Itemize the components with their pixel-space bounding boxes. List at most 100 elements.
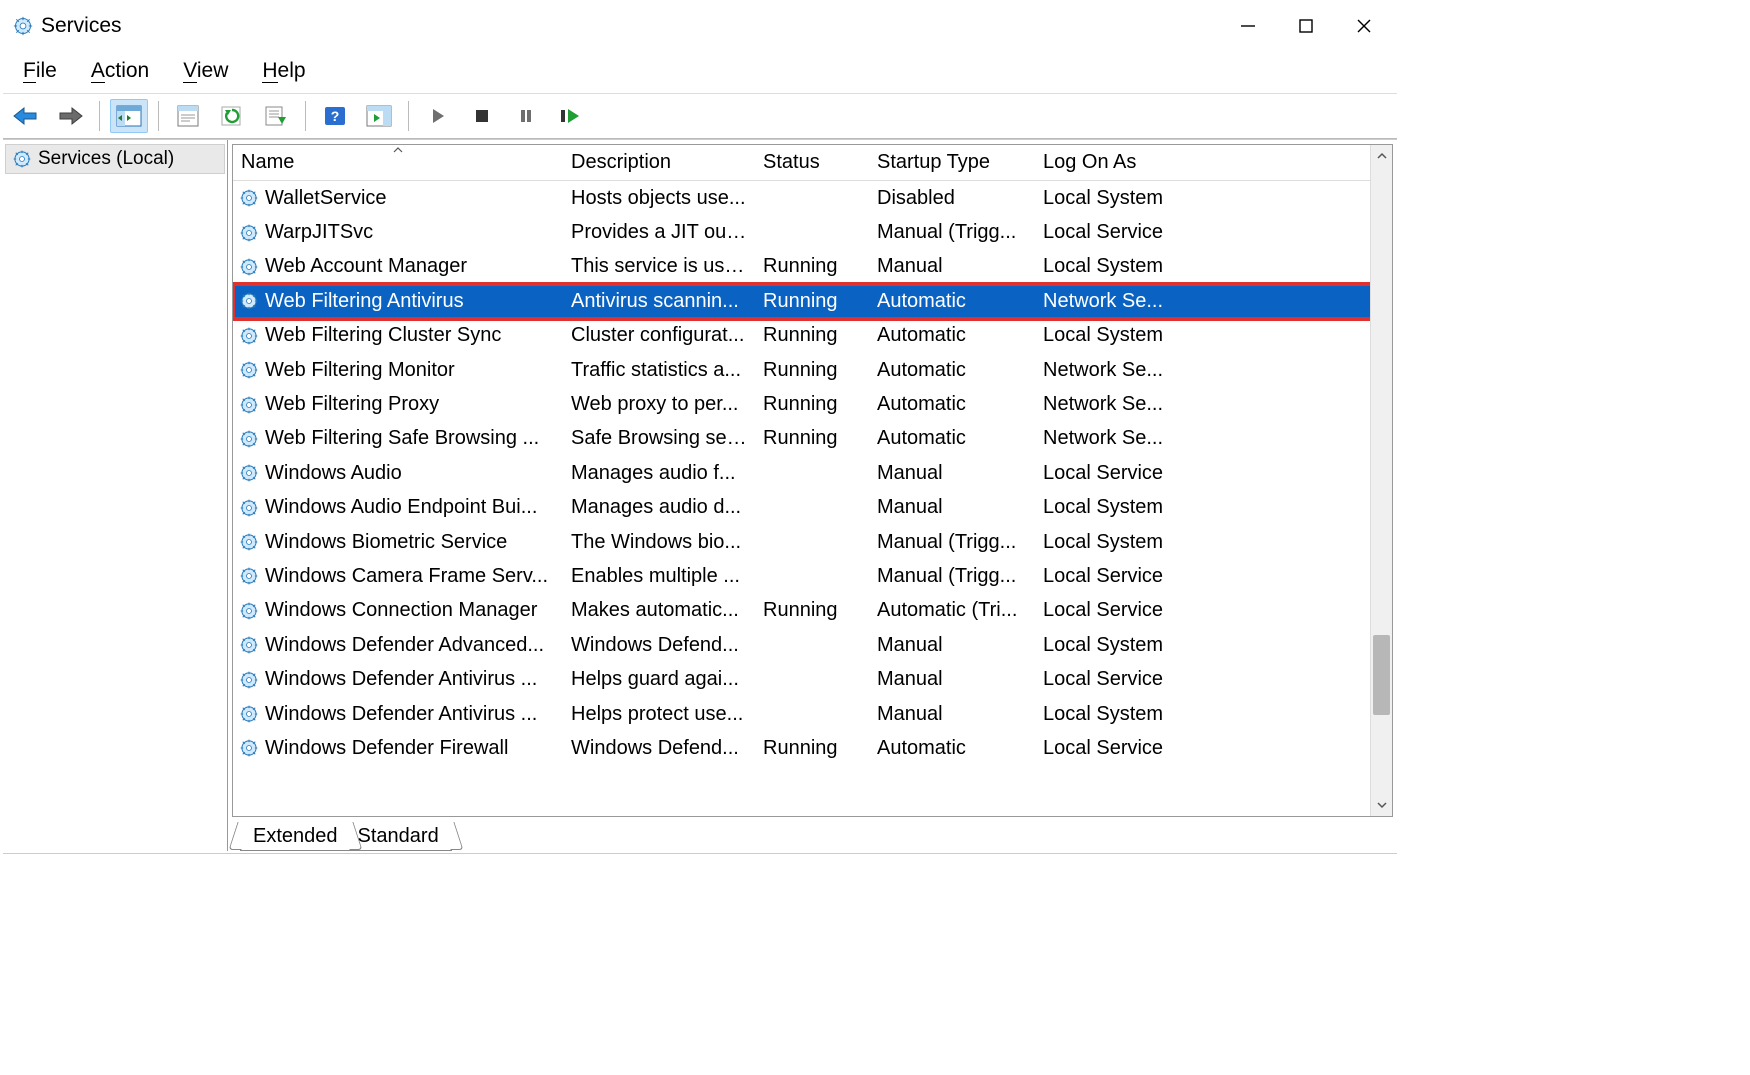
gear-icon	[239, 670, 259, 690]
help-button[interactable]: ?	[316, 99, 354, 133]
tree-root-label: Services (Local)	[38, 148, 174, 170]
service-row[interactable]: WalletServiceHosts objects use...Disable…	[233, 181, 1392, 215]
sort-ascending-icon	[392, 147, 404, 154]
content-area: Services (Local) Name Description Status…	[3, 139, 1397, 851]
service-rows: WalletServiceHosts objects use...Disable…	[233, 181, 1392, 766]
minimize-button[interactable]	[1219, 7, 1277, 45]
show-hide-tree-button[interactable]	[110, 99, 148, 133]
restart-service-button[interactable]	[551, 99, 589, 133]
service-name: Windows Biometric Service	[265, 531, 507, 554]
forward-button[interactable]	[51, 99, 89, 133]
svg-text:?: ?	[331, 108, 340, 124]
show-hide-action-pane-button[interactable]	[360, 99, 398, 133]
stop-service-button[interactable]	[463, 99, 501, 133]
menu-view[interactable]: View	[177, 57, 234, 85]
statusbar	[3, 853, 1397, 879]
service-row[interactable]: Web Filtering Safe Browsing ...Safe Brow…	[233, 422, 1392, 456]
service-logon-cell: Local System	[1035, 255, 1235, 278]
service-name-cell: Windows Defender Firewall	[233, 737, 563, 760]
service-name-cell: Web Filtering Antivirus	[233, 290, 563, 313]
service-row[interactable]: Windows Defender Firewall Windows Defend.…	[233, 731, 1392, 765]
tab-extended[interactable]: Extended	[240, 823, 351, 851]
service-row[interactable]: Windows Audio Endpoint Bui...Manages aud…	[233, 491, 1392, 525]
gear-icon	[239, 291, 259, 311]
menu-file[interactable]: File	[17, 57, 63, 85]
column-description[interactable]: Description	[563, 147, 755, 178]
pause-service-button[interactable]	[507, 99, 545, 133]
service-row[interactable]: Windows Defender Antivirus ...Helps prot…	[233, 697, 1392, 731]
service-description-cell: Safe Browsing ser...	[563, 427, 755, 450]
gear-icon	[239, 463, 259, 483]
service-row[interactable]: Web Filtering ProxyWeb proxy to per...Ru…	[233, 387, 1392, 421]
column-startup-type[interactable]: Startup Type	[869, 147, 1035, 178]
service-name: Windows Defender Advanced...	[265, 634, 544, 657]
menu-action[interactable]: Action	[85, 57, 155, 85]
service-name-cell: Web Filtering Monitor	[233, 359, 563, 382]
service-row[interactable]: Windows AudioManages audio f... ManualLoc…	[233, 456, 1392, 490]
service-row[interactable]: Windows Defender Antivirus ...Helps guar…	[233, 662, 1392, 696]
refresh-button[interactable]	[213, 99, 251, 133]
service-logon-cell: Local System	[1035, 324, 1235, 347]
service-logon-cell: Network Se...	[1035, 427, 1235, 450]
properties-button[interactable]	[169, 99, 207, 133]
service-name: Windows Defender Antivirus ...	[265, 703, 537, 726]
service-startup-cell: Manual (Trigg...	[869, 565, 1035, 588]
gear-icon	[239, 326, 259, 346]
close-button[interactable]	[1335, 7, 1393, 45]
back-button[interactable]	[7, 99, 45, 133]
service-logon-cell: Local System	[1035, 496, 1235, 519]
export-list-button[interactable]	[257, 99, 295, 133]
service-row[interactable]: Windows Connection ManagerMakes automati…	[233, 594, 1392, 628]
service-row[interactable]: WarpJITSvcProvides a JIT out...Manual (T…	[233, 215, 1392, 249]
service-name-cell: Windows Defender Antivirus ...	[233, 703, 563, 726]
column-status[interactable]: Status	[755, 147, 869, 178]
service-description-cell: This service is use...	[563, 255, 755, 278]
gear-icon	[239, 532, 259, 552]
service-row[interactable]: Windows Defender Advanced...Windows Defe…	[233, 628, 1392, 662]
gear-icon	[239, 188, 259, 208]
service-name: Web Filtering Monitor	[265, 359, 455, 382]
start-service-button[interactable]	[419, 99, 457, 133]
column-name[interactable]: Name	[233, 147, 563, 178]
service-description-cell: Windows Defend...	[563, 737, 755, 760]
service-name-cell: Windows Camera Frame Serv...	[233, 565, 563, 588]
scroll-down-icon[interactable]	[1371, 794, 1392, 816]
service-row[interactable]: Windows Camera Frame Serv...Enables mult…	[233, 559, 1392, 593]
maximize-button[interactable]	[1277, 7, 1335, 45]
service-startup-cell: Automatic	[869, 393, 1035, 416]
service-description-cell: Manages audio f...	[563, 462, 755, 485]
service-row[interactable]: Web Account ManagerThis service is use..…	[233, 250, 1392, 284]
service-logon-cell: Network Se...	[1035, 359, 1235, 382]
service-row[interactable]: Web Filtering Cluster SyncCluster config…	[233, 319, 1392, 353]
scroll-up-icon[interactable]	[1371, 145, 1392, 167]
menubar: File Action View Help	[3, 49, 1397, 93]
service-description-cell: Web proxy to per...	[563, 393, 755, 416]
service-logon-cell: Local System	[1035, 187, 1235, 210]
service-startup-cell: Disabled	[869, 187, 1035, 210]
column-logon-as[interactable]: Log On As	[1035, 147, 1235, 178]
toolbar: ?	[3, 93, 1397, 139]
service-logon-cell: Local System	[1035, 531, 1235, 554]
tree-root-item[interactable]: Services (Local)	[5, 144, 225, 174]
gear-icon	[239, 360, 259, 380]
menu-help[interactable]: Help	[256, 57, 311, 85]
vertical-scrollbar[interactable]	[1370, 145, 1392, 816]
service-name: Windows Defender Firewall	[265, 737, 508, 760]
service-name-cell: WarpJITSvc	[233, 221, 563, 244]
scrollbar-thumb[interactable]	[1373, 635, 1390, 715]
view-tabs: Extended Standard	[228, 817, 1397, 851]
app-icon	[13, 16, 33, 36]
service-description-cell: Manages audio d...	[563, 496, 755, 519]
service-startup-cell: Manual	[869, 462, 1035, 485]
service-startup-cell: Manual	[869, 634, 1035, 657]
service-startup-cell: Manual	[869, 496, 1035, 519]
service-row[interactable]: Windows Biometric ServiceThe Windows bio…	[233, 525, 1392, 559]
service-startup-cell: Automatic	[869, 359, 1035, 382]
service-name-cell: Windows Defender Advanced...	[233, 634, 563, 657]
gear-icon	[239, 223, 259, 243]
toolbar-separator	[158, 101, 159, 131]
service-row[interactable]: Web Filtering MonitorTraffic statistics …	[233, 353, 1392, 387]
service-name-cell: Windows Audio	[233, 462, 563, 485]
service-row[interactable]: Web Filtering AntivirusAntivirus scannin…	[233, 284, 1392, 318]
service-logon-cell: Local Service	[1035, 462, 1235, 485]
